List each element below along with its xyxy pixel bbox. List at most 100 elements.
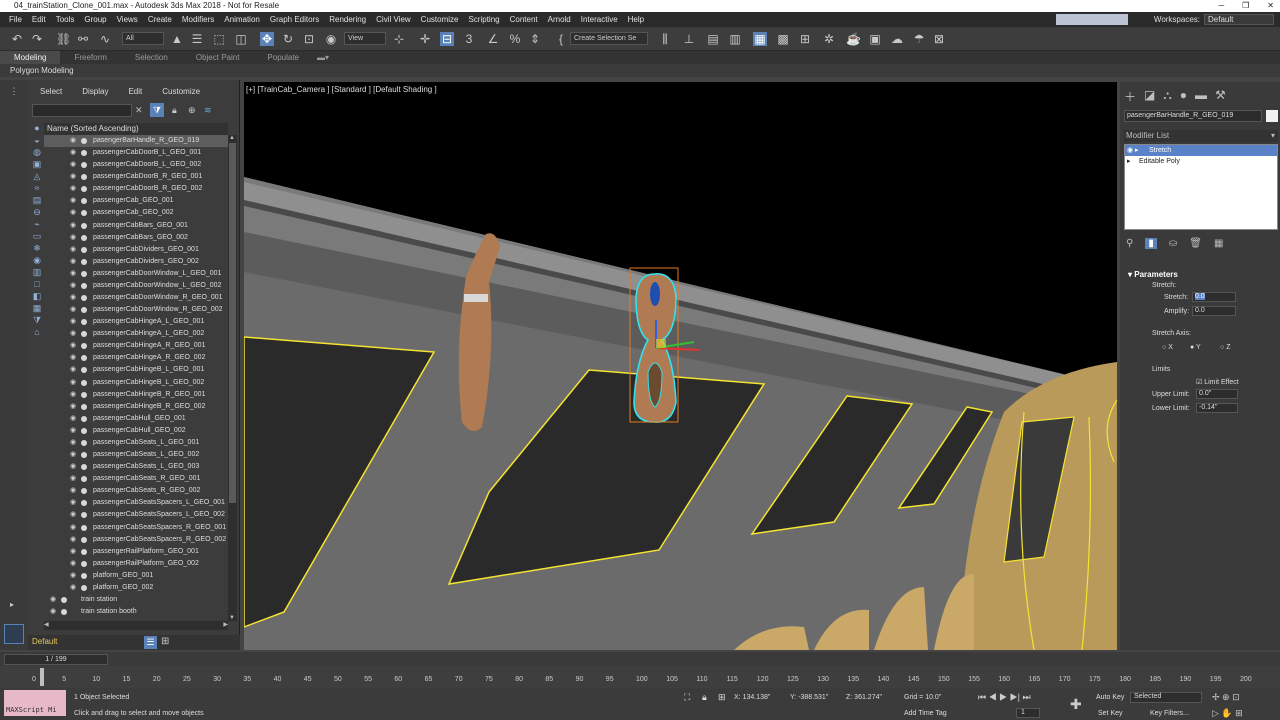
name-column-header[interactable]: Name (Sorted Ascending) [44,123,228,135]
freeze-dot-icon[interactable] [81,198,87,205]
display-none-icon[interactable]: □ [30,279,44,289]
minimize-icon[interactable]: ─ [1218,0,1224,12]
scroll-right-icon[interactable]: ▶ [223,621,228,628]
menu-animation[interactable]: Animation [219,12,265,27]
polygon-modeling-label[interactable]: Polygon Modeling [10,66,74,75]
add-time-tag[interactable]: Add Time Tag [904,710,947,717]
list-item[interactable]: ◉ passengerCab_GEO_001 [44,195,228,207]
freeze-dot-icon[interactable] [81,560,87,567]
user-account[interactable] [1056,14,1128,25]
visibility-eye-icon[interactable]: ◉ [70,401,76,413]
ribbon-toggle-icon[interactable]: ▦ [753,32,767,46]
close-icon[interactable]: ✕ [1267,0,1274,12]
menu-group[interactable]: Group [79,12,111,27]
edit-named-sets-icon[interactable]: { [554,32,568,46]
freeze-dot-icon[interactable] [81,319,87,326]
list-item[interactable]: ◉ passengerCabBars_GEO_002 [44,232,228,244]
stack-item-editable-poly[interactable]: ▸ Editable Poly [1125,156,1277,167]
list-item[interactable]: ◉ passengerCabDividers_GEO_001 [44,244,228,256]
list-item[interactable]: ◉ passengerCabHingeB_R_GEO_002 [44,401,228,413]
show-end-result-icon[interactable]: ▮ [1145,238,1157,249]
visibility-eye-icon[interactable]: ◉ [70,316,76,328]
scroll-down-icon[interactable]: ▼ [229,615,235,621]
list-horizontal-scrollbar[interactable]: ◀ ▶ [44,621,228,630]
menu-edit[interactable]: Edit [27,12,51,27]
visibility-eye-icon[interactable]: ◉ [50,594,56,606]
freeze-dot-icon[interactable] [61,596,67,603]
menu-create[interactable]: Create [143,12,177,27]
explorer-menu-select[interactable]: Select [28,87,70,96]
render-iterative-icon[interactable]: ☂ [912,32,926,46]
modify-tab-icon[interactable]: ◪ [1144,88,1155,105]
axis-y-radio[interactable]: ● Y [1190,344,1201,351]
ref-coord-dropdown[interactable]: View [344,32,386,45]
set-key-button[interactable]: Set Key [1098,710,1123,717]
list-item[interactable]: ◉ pasengerBarHandle_R_GEO_019 [44,135,228,148]
visibility-eye-icon[interactable]: ◉ [70,437,76,449]
list-item[interactable]: ◉ passengerRailPlatform_GEO_001 [44,546,228,558]
tab-selection[interactable]: Selection [121,51,182,64]
list-item[interactable]: ◉ passengerCabDoorWindow_R_GEO_002 [44,304,228,316]
time-slider[interactable]: 1 / 199 [4,654,108,665]
list-item[interactable]: ◉ passengerCabSeatsSpacers_L_GEO_002 [44,509,228,521]
menu-interactive[interactable]: Interactive [576,12,623,27]
limit-effect-checkbox[interactable]: ☑ Limit Effect [1196,378,1239,386]
sort-by-layer-icon[interactable]: ☰ [144,636,157,649]
rect-selection-icon[interactable]: ⬚ [212,32,226,46]
stretch-spinner[interactable]: 0.0 [1192,292,1236,302]
explorer-menu-customize[interactable]: Customize [150,87,208,96]
display-shapes-icon[interactable]: ◒ [30,135,44,145]
workspace-dropdown[interactable]: Default [1204,14,1274,25]
menu-customize[interactable]: Customize [416,12,464,27]
freeze-dot-icon[interactable] [81,548,87,555]
curve-editor-icon[interactable]: ▩ [776,32,790,46]
render-online-icon[interactable]: ⊠ [932,32,946,46]
menu-views[interactable]: Views [112,12,143,27]
visibility-eye-icon[interactable]: ◉ [70,461,76,473]
freeze-dot-icon[interactable] [81,367,87,374]
rollout-header[interactable]: ▾ Parameters [1128,270,1178,279]
current-frame-field[interactable]: 1 [1016,708,1040,718]
selection-filter-dropdown[interactable]: All [122,32,164,45]
visibility-eye-icon[interactable]: ◉ [70,425,76,437]
visibility-eye-icon[interactable]: ◉ [70,389,76,401]
remove-modifier-icon[interactable]: 🗑︎ [1189,238,1202,249]
maxscript-listener[interactable]: MAXScript Mi [4,690,66,716]
menu-content[interactable]: Content [505,12,543,27]
object-color-swatch[interactable] [1266,110,1278,122]
freeze-dot-icon[interactable] [81,439,87,446]
visibility-eye-icon[interactable]: ◉ [70,582,76,594]
freeze-dot-icon[interactable] [81,584,87,591]
list-item[interactable]: ◉ passengerCabSeatsSpacers_R_GEO_001 [44,522,228,534]
modifier-list-dropdown[interactable]: Modifier List ▾ [1124,130,1278,142]
lock-icon[interactable]: 🔒︎ [172,105,177,116]
material-editor-icon[interactable]: ✲ [822,32,836,46]
visibility-eye-icon[interactable]: ◉ [70,159,76,171]
align-icon[interactable]: ⊥ [682,32,696,46]
placement-icon[interactable]: ◉ [324,32,338,46]
freeze-dot-icon[interactable] [81,282,87,289]
freeze-dot-icon[interactable] [81,355,87,362]
tab-modeling[interactable]: Modeling [0,51,61,64]
display-groups-icon[interactable]: ▤ [30,195,44,205]
menu-civil-view[interactable]: Civil View [371,12,416,27]
axis-x-radio[interactable]: ○ X [1162,344,1173,351]
list-vertical-scrollbar[interactable]: ▲ ▼ [228,135,237,621]
unlink-icon[interactable]: ⚯ [76,32,90,46]
playback-controls[interactable]: ⏮ ◀ ▶ ▶| ⏭ [978,692,1031,703]
visibility-eye-icon[interactable]: ◉ [70,256,76,268]
viewport-nav-icons[interactable]: ✢ ⊕ ⊡ [1212,692,1240,703]
list-item[interactable]: ◉ passengerCabDividers_GEO_002 [44,256,228,268]
display-helpers-icon[interactable]: ◬ [30,171,44,181]
display-invert-icon[interactable]: ◧ [30,291,44,301]
list-group[interactable]: ▸◉train station booth [44,606,228,618]
freeze-dot-icon[interactable] [81,427,87,434]
freeze-dot-icon[interactable] [81,222,87,229]
freeze-dot-icon[interactable] [81,258,87,265]
mirror-icon[interactable]: ⫼ [658,32,672,46]
list-item[interactable]: ◉ passengerCabHingeB_R_GEO_001 [44,389,228,401]
list-item[interactable]: ◉ passengerCabSeatsSpacers_L_GEO_001 [44,497,228,509]
display-lights-icon[interactable]: ◍ [30,147,44,157]
visibility-eye-icon[interactable]: ◉ [70,183,76,195]
window-crossing-icon[interactable]: ◫ [234,32,248,46]
